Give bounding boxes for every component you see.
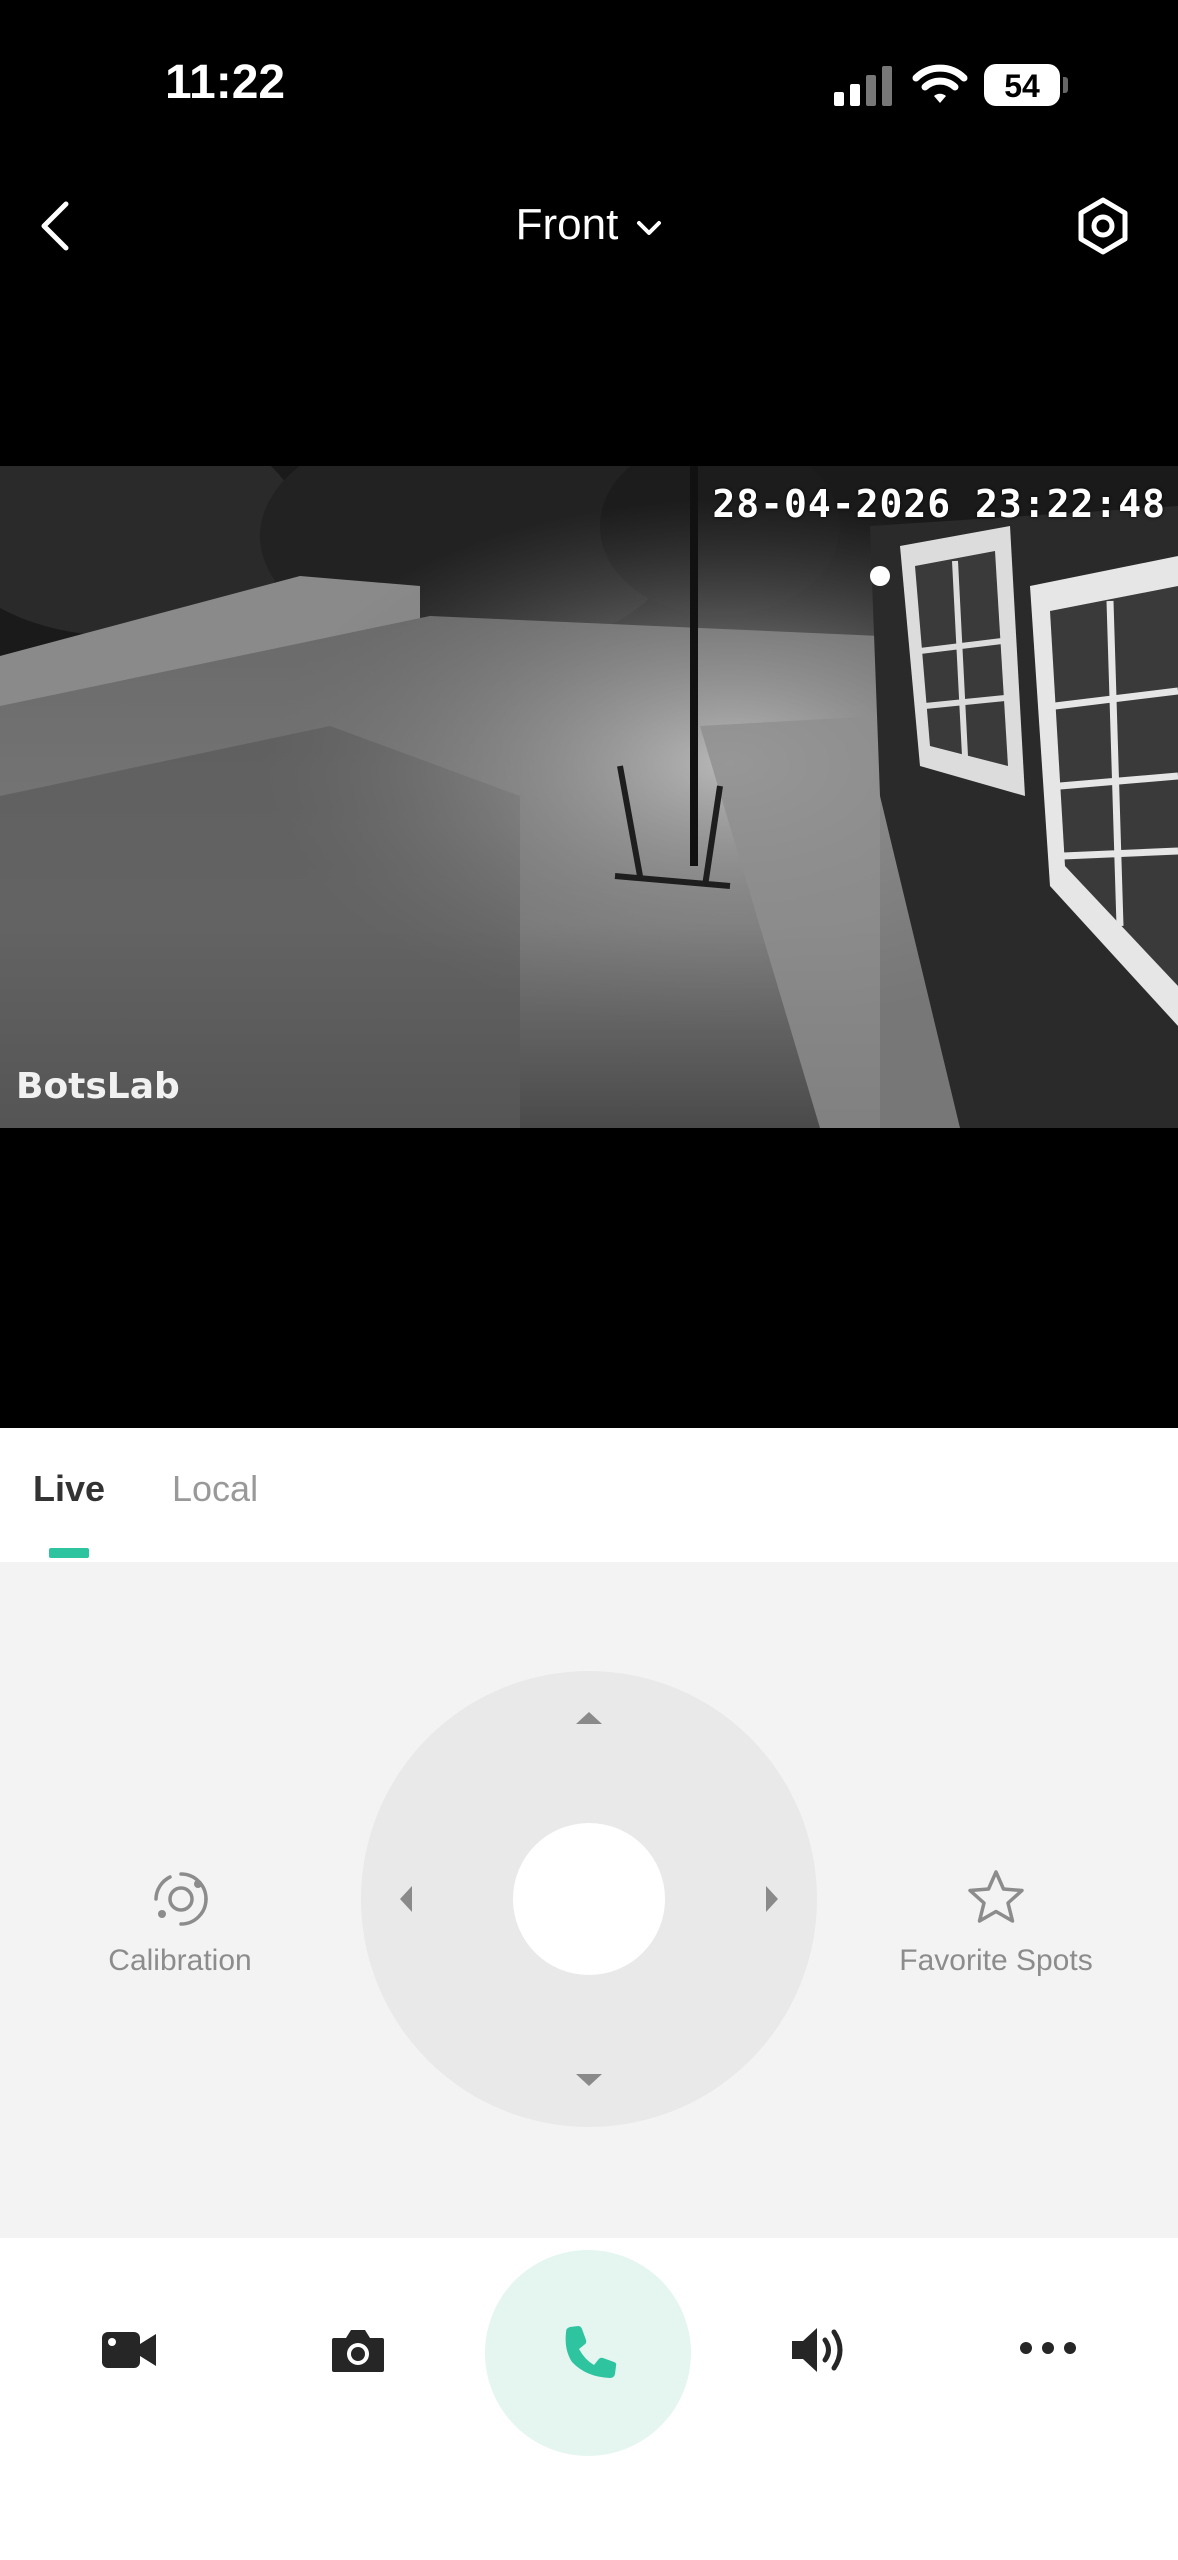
record-video-icon[interactable] bbox=[100, 2326, 158, 2374]
wifi-icon bbox=[912, 64, 968, 103]
battery-icon: 54 bbox=[984, 64, 1068, 106]
pan-down-icon[interactable] bbox=[572, 2070, 606, 2090]
settings-gear-icon[interactable] bbox=[1073, 196, 1133, 256]
calibration-label: Calibration bbox=[108, 1944, 252, 1977]
pan-left-icon[interactable] bbox=[396, 1882, 416, 1916]
speaker-volume-icon[interactable] bbox=[790, 2324, 850, 2376]
direction-pad-center[interactable] bbox=[513, 1823, 665, 1975]
camera-selector[interactable]: Front bbox=[0, 195, 1178, 255]
chevron-down-icon bbox=[637, 221, 662, 235]
calibration-icon bbox=[154, 1872, 208, 1926]
cellular-signal-icon bbox=[834, 66, 892, 106]
status-time: 11:22 bbox=[165, 56, 286, 109]
video-timestamp: 28-04-2026 23:22:48 bbox=[712, 482, 1166, 526]
battery-level: 54 bbox=[1004, 68, 1040, 104]
phone-call-icon bbox=[565, 2326, 617, 2378]
favorite-spots-label: Favorite Spots bbox=[899, 1944, 1093, 1977]
active-tab-indicator bbox=[49, 1548, 89, 1558]
page-title: Front bbox=[515, 200, 619, 249]
tab-live[interactable]: Live bbox=[33, 1468, 105, 1510]
snapshot-camera-icon[interactable] bbox=[330, 2326, 386, 2374]
star-icon bbox=[968, 1870, 1024, 1923]
pan-right-icon[interactable] bbox=[762, 1882, 782, 1916]
tab-local[interactable]: Local bbox=[172, 1468, 258, 1510]
live-video-feed[interactable] bbox=[0, 466, 1178, 1128]
video-watermark: BotsLab bbox=[16, 1066, 180, 1107]
pan-up-icon[interactable] bbox=[572, 1708, 606, 1728]
more-icon[interactable] bbox=[1018, 2340, 1078, 2356]
